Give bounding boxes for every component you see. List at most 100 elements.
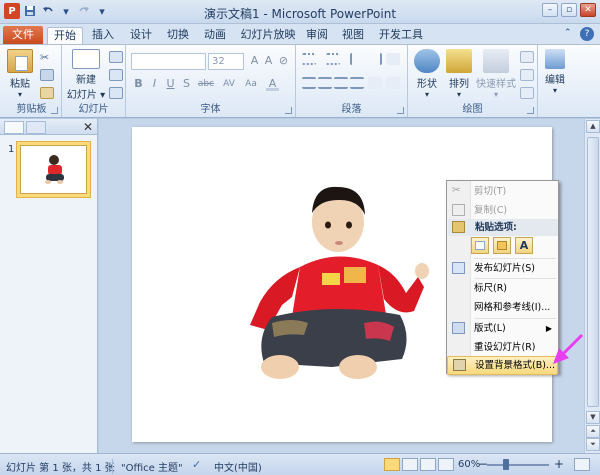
increase-indent-icon[interactable] <box>368 53 382 65</box>
minimize-ribbon-icon[interactable]: ⌃ <box>564 27 576 39</box>
normal-view-button[interactable] <box>384 458 400 471</box>
vertical-scrollbar[interactable]: ▲ ▼ ⏶ ⏷ <box>584 119 600 453</box>
reset-icon[interactable] <box>109 69 123 81</box>
clear-format-icon[interactable]: ⊘ <box>277 54 290 68</box>
justify-icon[interactable] <box>350 77 364 89</box>
align-right-icon[interactable] <box>334 77 348 89</box>
zoom-slider-thumb[interactable] <box>503 459 509 470</box>
help-icon[interactable]: ? <box>580 27 594 41</box>
shape-effects-icon[interactable] <box>520 87 534 99</box>
bold-button[interactable]: B <box>132 77 145 91</box>
bullets-icon[interactable] <box>302 53 316 65</box>
zoom-level[interactable]: 60% <box>458 459 480 470</box>
menu-item-cut-label: 剪切(T) <box>474 186 507 197</box>
tab-review[interactable]: 审阅 <box>302 27 332 44</box>
shrink-font-icon[interactable]: A <box>262 54 275 68</box>
group-clipboard: 粘贴 ▾ ✂ 剪贴板 <box>2 45 62 117</box>
next-slide-icon[interactable]: ⏷ <box>586 438 600 451</box>
spell-check-icon[interactable]: ✓ <box>192 458 204 471</box>
font-name-combo[interactable] <box>131 53 206 70</box>
slide-sorter-view-button[interactable] <box>402 458 418 471</box>
text-direction-icon[interactable] <box>386 77 400 89</box>
tab-developer[interactable]: 开发工具 <box>376 27 426 44</box>
tab-view[interactable]: 视图 <box>338 27 368 44</box>
font-color-button[interactable]: A <box>266 77 279 91</box>
reading-view-button[interactable] <box>420 458 436 471</box>
section-icon[interactable] <box>109 87 123 99</box>
minimize-button[interactable]: – <box>542 3 558 17</box>
tab-design[interactable]: 设计 <box>126 27 156 44</box>
menu-item-ruler[interactable]: 标尺(R) <box>447 279 558 298</box>
italic-button[interactable]: I <box>148 77 161 91</box>
menu-item-copy[interactable]: 复制(C) <box>447 201 558 220</box>
tab-home[interactable]: 开始 <box>47 27 83 44</box>
fit-to-window-icon[interactable] <box>574 458 590 471</box>
menu-item-format-background[interactable]: 设置背景格式(B)... <box>447 356 558 375</box>
paragraph-launcher-icon[interactable] <box>397 107 404 114</box>
zoom-in-icon[interactable]: + <box>554 457 564 471</box>
menu-item-publish-slides[interactable]: 发布幻灯片(S) <box>447 259 558 278</box>
copy-icon[interactable] <box>40 69 54 81</box>
group-label-slides: 幻灯片 <box>78 104 109 115</box>
paste-option-source[interactable] <box>493 237 511 254</box>
font-size-combo[interactable]: 32 <box>208 53 244 70</box>
chevron-down-icon: ▾ <box>493 90 498 99</box>
drawing-launcher-icon[interactable] <box>527 107 534 114</box>
grow-font-icon[interactable]: A <box>248 54 261 68</box>
menu-item-layout[interactable]: 版式(L) ▶ <box>447 319 558 338</box>
slides-tab[interactable] <box>4 121 24 134</box>
editing-button[interactable]: 编辑 ▾ <box>541 49 569 95</box>
language[interactable]: 中文(中国) <box>214 459 262 474</box>
align-left-icon[interactable] <box>302 77 316 89</box>
clipboard-launcher-icon[interactable] <box>51 107 58 114</box>
font-launcher-icon[interactable] <box>285 107 292 114</box>
shape-outline-icon[interactable] <box>520 69 534 81</box>
quick-styles-button[interactable]: 快速样式 ▾ <box>474 49 518 99</box>
tab-insert[interactable]: 插入 <box>88 27 118 44</box>
menu-item-cut[interactable]: ✂ 剪切(T) <box>447 182 558 201</box>
align-center-icon[interactable] <box>318 77 332 89</box>
shapes-icon <box>414 49 440 73</box>
spacing-button[interactable]: AV <box>220 77 238 91</box>
paste-option-theme[interactable] <box>471 237 489 254</box>
underline-button[interactable]: U <box>164 77 177 91</box>
outline-tab[interactable] <box>26 121 46 134</box>
quick-styles-label: 快速样式 <box>476 79 516 90</box>
paste-options-header: 粘贴选项: <box>448 219 558 236</box>
slideshow-view-button[interactable] <box>438 458 454 471</box>
slide-thumbnail[interactable] <box>16 141 91 198</box>
restore-button[interactable]: ▫ <box>561 3 577 17</box>
tab-file[interactable]: 文件 <box>3 26 43 44</box>
close-icon[interactable]: ✕ <box>83 120 93 134</box>
strikethrough-button[interactable]: abc <box>196 77 216 91</box>
scroll-down-icon[interactable]: ▼ <box>586 411 600 424</box>
previous-slide-icon[interactable]: ⏶ <box>586 425 600 438</box>
line-spacing-icon[interactable] <box>386 53 400 65</box>
arrange-button[interactable]: 排列 ▾ <box>444 49 474 99</box>
new-slide-button[interactable]: 新建 幻灯片 ▾ <box>66 49 106 101</box>
numbering-icon[interactable] <box>326 53 340 65</box>
shape-fill-icon[interactable] <box>520 51 534 63</box>
menu-item-grid-label: 网格和参考线(I)... <box>474 302 551 313</box>
menu-item-reset-label: 重设幻灯片(R) <box>474 342 536 353</box>
menu-item-grid-guides[interactable]: 网格和参考线(I)... <box>447 298 558 317</box>
scroll-thumb[interactable] <box>587 137 599 407</box>
paste-button[interactable]: 粘贴 ▾ <box>5 49 35 99</box>
columns-icon[interactable] <box>368 77 382 89</box>
shapes-button[interactable]: 形状 ▾ <box>412 49 442 99</box>
change-case-button[interactable]: Aa <box>242 77 260 91</box>
paste-option-text-only[interactable]: A <box>515 237 533 254</box>
zoom-slider[interactable] <box>487 464 549 466</box>
tab-slideshow[interactable]: 幻灯片放映 <box>238 27 298 44</box>
menu-item-reset-slide[interactable]: 重设幻灯片(R) <box>447 338 558 357</box>
layout-icon[interactable] <box>109 51 123 63</box>
tab-animations[interactable]: 动画 <box>200 27 230 44</box>
slide-info: 幻灯片 第 1 张，共 1 张 <box>6 463 115 474</box>
tab-transitions[interactable]: 切换 <box>163 27 193 44</box>
close-button[interactable]: ✕ <box>580 3 596 17</box>
cut-icon[interactable]: ✂ <box>40 51 54 64</box>
format-painter-icon[interactable] <box>40 87 54 99</box>
decrease-indent-icon[interactable] <box>350 53 364 65</box>
shadow-button[interactable]: S <box>180 77 193 91</box>
scroll-up-icon[interactable]: ▲ <box>586 120 600 133</box>
